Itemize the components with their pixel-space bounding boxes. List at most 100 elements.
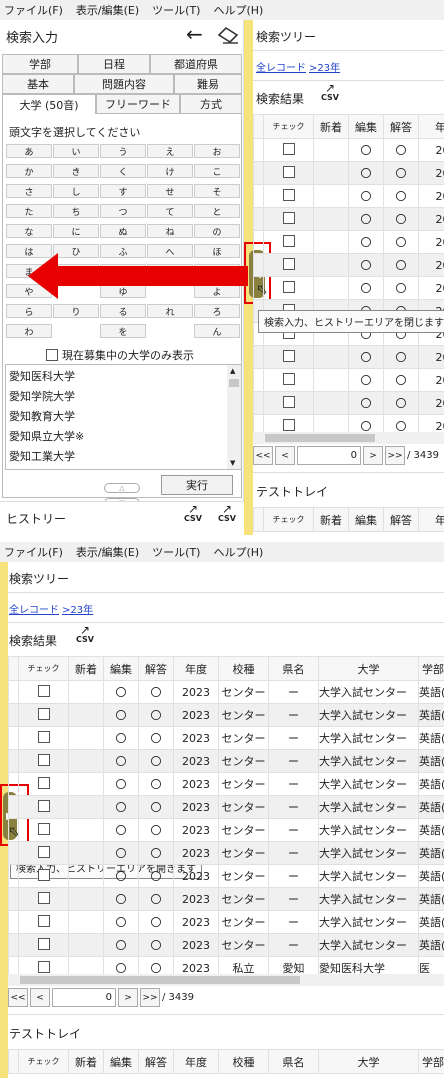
link-23-year[interactable]: >23年 — [309, 63, 340, 74]
row-checkbox[interactable] — [282, 211, 295, 224]
kana-button[interactable]: あ — [6, 144, 52, 158]
column-header[interactable]: 校種 — [218, 656, 269, 681]
row-checkbox[interactable] — [37, 707, 50, 720]
last-page-button[interactable]: >> — [140, 988, 160, 1007]
kana-button[interactable]: て — [147, 204, 193, 218]
next-page-button[interactable]: > — [118, 988, 138, 1007]
row-checkbox[interactable] — [37, 891, 50, 904]
column-header[interactable]: チェック — [18, 1049, 69, 1074]
table-row[interactable]: 〇〇202 — [253, 207, 444, 231]
next-page-button[interactable]: > — [363, 446, 383, 465]
kana-button[interactable]: こ — [194, 164, 240, 178]
column-header[interactable]: チェック — [263, 114, 314, 139]
chevron-up-icon[interactable]: ▲ — [230, 367, 235, 375]
table-row[interactable]: 〇〇202 — [253, 184, 444, 208]
scroll-thumb[interactable] — [265, 434, 375, 442]
row-checkbox[interactable] — [282, 395, 295, 408]
prev-page-button[interactable]: < — [275, 446, 295, 465]
tab-faculty[interactable]: 学部 — [2, 54, 78, 74]
table-row[interactable]: 〇〇 2023 センターー大学入試センター 英語( — [8, 726, 444, 750]
csv-import-icon[interactable]: ↗ CSV — [218, 503, 236, 523]
table-row[interactable]: 〇〇202 — [253, 368, 444, 392]
eraser-icon[interactable] — [216, 26, 240, 48]
horizontal-scrollbar[interactable] — [8, 974, 444, 986]
row-checkbox[interactable] — [282, 372, 295, 385]
kana-button[interactable]: ろ — [194, 304, 240, 318]
kana-button[interactable]: か — [6, 164, 52, 178]
tab-question-content[interactable]: 問題内容 — [74, 74, 174, 94]
results-csv-icon[interactable]: ↗ CSV — [76, 624, 94, 644]
row-checkbox[interactable] — [37, 684, 50, 697]
menu-help[interactable]: ヘルプ(H) — [213, 544, 263, 560]
column-header[interactable]: 新着 — [313, 507, 349, 532]
row-checkbox[interactable] — [37, 914, 50, 927]
tab-schedule[interactable]: 日程 — [78, 54, 150, 74]
column-header[interactable]: 学部等 — [418, 1049, 444, 1074]
column-header[interactable]: 年度 — [418, 114, 444, 139]
menu-tools[interactable]: ツール(T) — [152, 2, 200, 18]
tab-method[interactable]: 方式 — [180, 94, 242, 114]
kana-button[interactable]: ぬ — [100, 224, 146, 238]
recruit-only-option[interactable]: 現在募集中の大学のみ表示 — [46, 347, 194, 363]
kana-button[interactable]: す — [100, 184, 146, 198]
link-all-records[interactable]: 全レコード — [256, 63, 306, 74]
tab-basic[interactable]: 基本 — [2, 74, 74, 94]
recruit-only-checkbox[interactable] — [46, 349, 58, 361]
row-checkbox[interactable] — [37, 868, 50, 881]
university-item[interactable]: 愛知教育大学 — [9, 407, 84, 427]
back-arrow-icon[interactable]: ← — [186, 22, 203, 46]
kana-button[interactable]: き — [53, 164, 99, 178]
row-checkbox[interactable] — [282, 142, 295, 155]
university-item[interactable]: 愛知医科大学 — [9, 367, 84, 387]
kana-button[interactable]: ね — [147, 224, 193, 238]
table-row[interactable]: 〇〇 2023 センターー大学入試センター 英語( — [8, 795, 444, 819]
column-header[interactable]: 年度 — [173, 1049, 219, 1074]
row-checkbox[interactable] — [282, 165, 295, 178]
column-header[interactable]: 年度 — [173, 656, 219, 681]
row-checkbox[interactable] — [37, 845, 50, 858]
university-item[interactable]: 愛知産業大学 — [9, 467, 84, 469]
kana-button[interactable]: ら — [6, 304, 52, 318]
menu-view-edit[interactable]: 表示/編集(E) — [76, 544, 139, 560]
table-row[interactable]: 〇〇 2023 私立 愛知 愛知医科大学医 — [8, 956, 444, 974]
first-page-button[interactable]: << — [253, 446, 273, 465]
row-checkbox[interactable] — [282, 188, 295, 201]
table-row[interactable]: 〇〇 2023 センターー大学入試センター 英語( — [8, 841, 444, 865]
column-header[interactable]: チェック — [263, 507, 314, 532]
column-header[interactable]: 新着 — [68, 1049, 104, 1074]
table-row[interactable]: 〇〇202 — [253, 345, 444, 369]
row-checkbox[interactable] — [37, 730, 50, 743]
kana-button[interactable]: に — [53, 224, 99, 238]
kana-button[interactable]: つ — [100, 204, 146, 218]
table-row[interactable]: 〇〇 2023 センターー大学入試センター 英語( — [8, 887, 444, 911]
collapse-up-icon[interactable]: △ — [104, 483, 140, 493]
link-all-records[interactable]: 全レコード — [9, 605, 59, 616]
row-checkbox[interactable] — [37, 822, 50, 835]
kana-button[interactable]: れ — [147, 304, 193, 318]
csv-export-icon[interactable]: ↗ CSV — [184, 503, 202, 523]
table-row[interactable]: 〇〇202 — [253, 230, 444, 254]
row-checkbox[interactable] — [37, 799, 50, 812]
column-header[interactable]: 大学 — [318, 1049, 419, 1074]
table-row[interactable]: 〇〇202 — [253, 138, 444, 162]
table-row[interactable]: 〇〇202 — [253, 161, 444, 185]
tab-free-word[interactable]: フリーワード — [96, 94, 180, 114]
column-header[interactable]: 解答 — [383, 507, 419, 532]
university-item[interactable]: 愛知工業大学 — [9, 447, 84, 467]
column-header[interactable]: 県名 — [268, 656, 319, 681]
kana-button[interactable]: え — [147, 144, 193, 158]
page-input[interactable]: 0 — [52, 988, 116, 1007]
kana-button[interactable]: さ — [6, 184, 52, 198]
table-row[interactable]: 〇〇 2023 センターー大学入試センター 英語( — [8, 680, 444, 704]
kana-button[interactable]: の — [194, 224, 240, 238]
menu-view-edit[interactable]: 表示/編集(E) — [76, 2, 139, 18]
menu-file[interactable]: ファイル(F) — [4, 544, 63, 560]
kana-button[interactable]: ん — [194, 324, 240, 338]
column-header[interactable]: 編集 — [348, 114, 384, 139]
table-row[interactable]: 〇〇 2023 センターー大学入試センター 英語( — [8, 933, 444, 957]
column-header[interactable]: チェック — [18, 656, 69, 681]
scroll-thumb[interactable] — [20, 976, 300, 984]
table-row[interactable]: 〇〇202 — [253, 276, 444, 300]
kana-button[interactable]: る — [100, 304, 146, 318]
column-header[interactable]: 年度 — [418, 507, 444, 532]
